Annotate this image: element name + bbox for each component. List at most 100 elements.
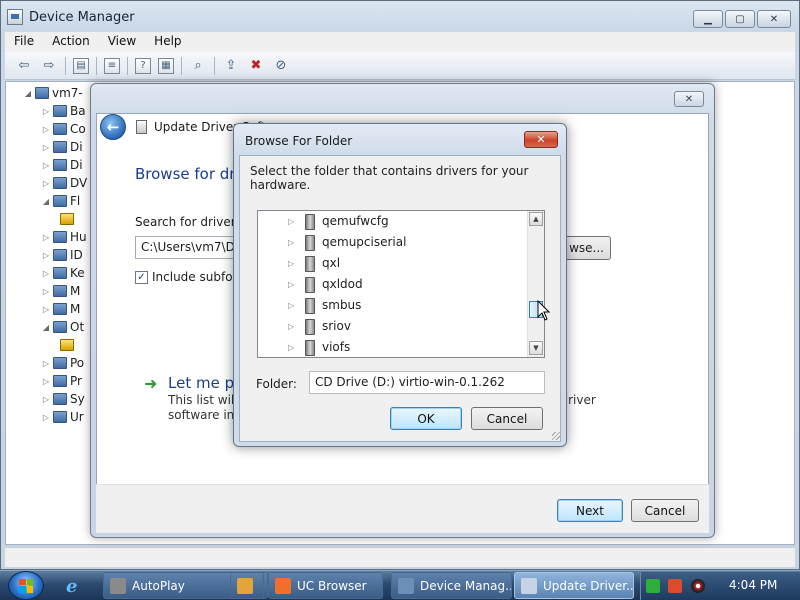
disable-device-icon[interactable]: ⊘ bbox=[272, 57, 290, 75]
show-hide-tree-icon[interactable]: ▤ bbox=[73, 57, 89, 74]
close-button[interactable]: ✕ bbox=[757, 10, 791, 28]
expand-chevron-icon[interactable]: ▷ bbox=[288, 259, 296, 268]
expand-chevron-icon[interactable]: ▷ bbox=[288, 301, 296, 310]
windows-logo-icon bbox=[19, 578, 33, 593]
expand-chevron-icon[interactable]: ▷ bbox=[42, 269, 50, 278]
expand-chevron-icon[interactable]: ▷ bbox=[42, 359, 50, 368]
menu-help[interactable]: Help bbox=[145, 32, 190, 52]
expand-chevron-icon[interactable]: ▷ bbox=[288, 322, 296, 331]
expand-chevron-icon[interactable]: ▷ bbox=[42, 233, 50, 242]
expand-chevron-icon[interactable]: ▷ bbox=[42, 251, 50, 260]
expand-chevron-icon[interactable]: ▷ bbox=[42, 377, 50, 386]
update-driver-icon[interactable]: ⇪ bbox=[222, 57, 240, 75]
let-me-pick-link[interactable]: Let me pi bbox=[168, 374, 238, 392]
expand-chevron-icon[interactable]: ▷ bbox=[288, 280, 296, 289]
folder-item[interactable]: ▷ viofs bbox=[288, 337, 350, 357]
security-icon[interactable] bbox=[691, 579, 705, 593]
action-pane-icon[interactable]: ▦ bbox=[158, 57, 174, 74]
cancel-button[interactable]: Cancel bbox=[471, 407, 543, 430]
include-subfolders-checkbox[interactable]: ✓ bbox=[135, 270, 148, 284]
tree-item[interactable]: ▷ Ur bbox=[42, 408, 84, 426]
internet-explorer-icon[interactable]: e bbox=[66, 576, 77, 597]
folder-tree[interactable]: ▷ qemufwcfg ▷ qemupciserial ▷ qxl ▷ qxldod ▷… bbox=[257, 210, 545, 358]
network-icon[interactable] bbox=[646, 579, 660, 593]
collapse-chevron-icon[interactable]: ◢ bbox=[24, 89, 32, 98]
folder-item[interactable]: ▷ qemupciserial bbox=[288, 232, 406, 252]
tree-item[interactable]: ◢ Ot bbox=[42, 318, 84, 336]
folder-label: smbus bbox=[322, 298, 362, 312]
expand-chevron-icon[interactable]: ▷ bbox=[42, 179, 50, 188]
expand-chevron-icon[interactable]: ▷ bbox=[42, 107, 50, 116]
collapse-chevron-icon[interactable]: ◢ bbox=[42, 197, 50, 206]
clock[interactable]: 4:04 PM bbox=[729, 578, 777, 592]
folder-item[interactable]: ▷ qxl bbox=[288, 253, 340, 273]
tree-item[interactable]: ▷ Pr bbox=[42, 372, 82, 390]
include-subfolders[interactable]: ✓ Include subfold bbox=[135, 270, 244, 284]
tree-item[interactable]: ▷ Di bbox=[42, 138, 83, 156]
back-arrow-icon[interactable]: ← bbox=[100, 114, 126, 140]
expand-chevron-icon[interactable]: ▷ bbox=[42, 125, 50, 134]
expand-chevron-icon[interactable]: ▷ bbox=[42, 413, 50, 422]
menu-action[interactable]: Action bbox=[43, 32, 99, 52]
maximize-button[interactable]: ▢ bbox=[725, 10, 755, 28]
next-button[interactable]: Next bbox=[557, 499, 623, 522]
tree-item[interactable] bbox=[60, 210, 74, 228]
action-center-icon[interactable] bbox=[668, 579, 682, 593]
resize-grip[interactable] bbox=[552, 432, 560, 440]
other-devices-icon bbox=[53, 321, 67, 333]
expand-chevron-icon[interactable]: ▷ bbox=[42, 161, 50, 170]
tree-item[interactable]: ▷ Hu bbox=[42, 228, 87, 246]
ok-button[interactable]: OK bbox=[390, 407, 462, 430]
minimize-button[interactable]: ▁ bbox=[693, 10, 723, 28]
tree-item[interactable]: ▷ Co bbox=[42, 120, 86, 138]
expand-chevron-icon[interactable]: ▷ bbox=[288, 343, 296, 352]
cancel-button[interactable]: Cancel bbox=[631, 499, 699, 522]
back-arrow-icon[interactable]: ⇦ bbox=[15, 57, 33, 75]
scan-hardware-icon[interactable]: ⌕ bbox=[189, 57, 207, 75]
folder-item[interactable]: ▷ qxldod bbox=[288, 274, 363, 294]
menu-view[interactable]: View bbox=[99, 32, 145, 52]
tree-item[interactable] bbox=[60, 336, 74, 354]
expand-chevron-icon[interactable]: ▷ bbox=[42, 305, 50, 314]
system-devices-icon bbox=[53, 393, 67, 405]
tree-item[interactable]: ▷ Di bbox=[42, 156, 83, 174]
expand-chevron-icon[interactable]: ▷ bbox=[288, 217, 296, 226]
expand-chevron-icon[interactable]: ▷ bbox=[42, 287, 50, 296]
vertical-scrollbar[interactable]: ▲ ▼ bbox=[527, 211, 544, 357]
taskbar-item-media[interactable] bbox=[230, 572, 264, 599]
folder-field[interactable]: CD Drive (D:) virtio-win-0.1.262 bbox=[309, 371, 545, 394]
folder-item[interactable]: ▷ qemufwcfg bbox=[288, 211, 389, 231]
close-icon[interactable]: ✕ bbox=[524, 131, 558, 148]
folder-item[interactable]: ▷ smbus bbox=[288, 295, 361, 315]
tree-item[interactable]: ▷ DV bbox=[42, 174, 87, 192]
folder-item[interactable]: ▷ sriov bbox=[288, 316, 351, 336]
collapse-chevron-icon[interactable]: ◢ bbox=[42, 323, 50, 332]
help-icon[interactable]: ? bbox=[135, 57, 151, 74]
expand-chevron-icon[interactable]: ▷ bbox=[42, 143, 50, 152]
properties-icon[interactable]: ≡ bbox=[104, 57, 120, 74]
scroll-up-icon[interactable]: ▲ bbox=[529, 212, 543, 226]
tree-item[interactable]: ◢ Fl bbox=[42, 192, 80, 210]
menu-file[interactable]: File bbox=[5, 32, 43, 52]
taskbar-item-device-manager[interactable]: Device Manag... bbox=[391, 572, 512, 599]
tree-item[interactable]: ▷ Po bbox=[42, 354, 84, 372]
scroll-down-icon[interactable]: ▼ bbox=[529, 341, 543, 355]
tree-item[interactable]: ▷ Ba bbox=[42, 102, 86, 120]
tree-item[interactable]: ▷ M bbox=[42, 282, 80, 300]
close-button[interactable]: ✕ bbox=[674, 91, 704, 107]
expand-chevron-icon[interactable]: ▷ bbox=[42, 395, 50, 404]
expand-chevron-icon[interactable]: ▷ bbox=[288, 238, 296, 247]
tree-item[interactable]: ▷ Sy bbox=[42, 390, 85, 408]
forward-arrow-icon[interactable]: ⇨ bbox=[40, 57, 58, 75]
start-button[interactable] bbox=[8, 571, 44, 600]
battery-icon bbox=[53, 105, 67, 117]
update-driver-icon bbox=[521, 577, 537, 594]
tree-item[interactable]: ▷ Ke bbox=[42, 264, 85, 282]
taskbar-item-update-driver[interactable]: Update Driver... bbox=[514, 572, 634, 599]
folder-icon bbox=[302, 256, 316, 272]
taskbar-item-uc-browser[interactable]: UC Browser bbox=[268, 572, 383, 599]
tree-root[interactable]: ◢ vm7- bbox=[24, 84, 83, 102]
uninstall-device-icon[interactable]: ✖ bbox=[247, 57, 265, 75]
tree-item[interactable]: ▷ ID bbox=[42, 246, 83, 264]
tree-item[interactable]: ▷ M bbox=[42, 300, 80, 318]
